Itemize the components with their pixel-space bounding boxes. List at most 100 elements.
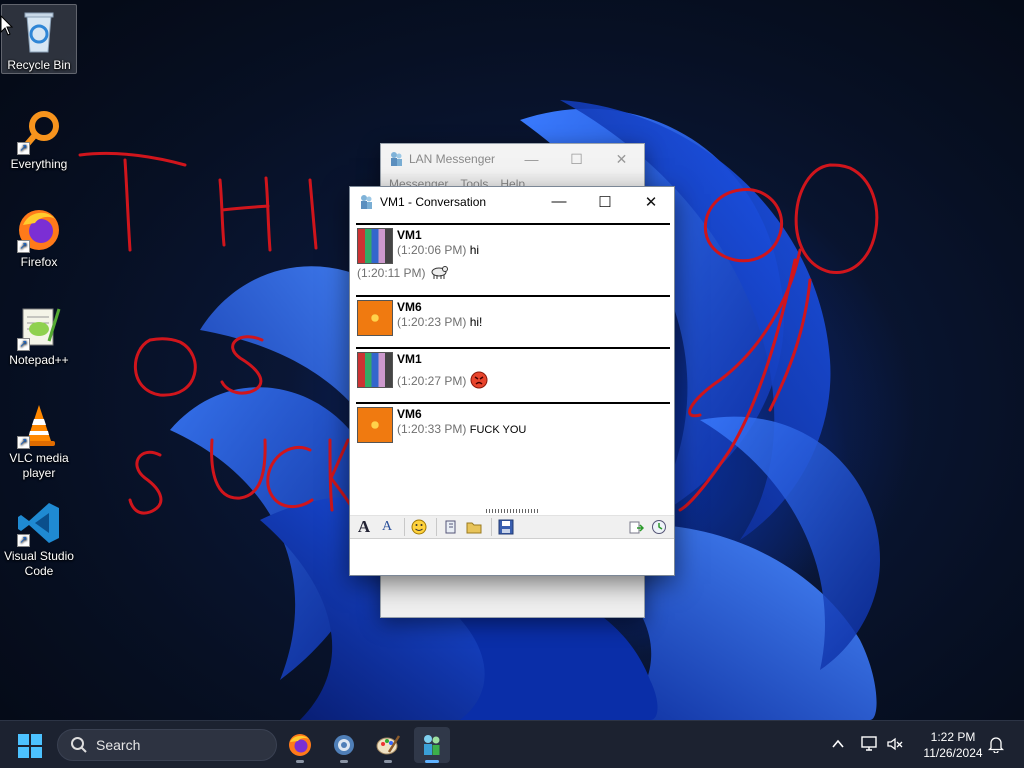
message-time: (1:20:23 PM) <box>397 315 467 329</box>
avatar <box>357 407 393 443</box>
conversation-window[interactable]: VM1 - Conversation — ☐ ✕ VM1 (1:20:06 PM… <box>349 186 675 576</box>
desktop-icon-label: Recycle Bin <box>7 58 71 72</box>
message-text: hi <box>469 243 480 257</box>
taskbar-app-lan-messenger[interactable] <box>414 727 450 763</box>
notepad-plus-plus-icon: ↗ <box>15 303 63 351</box>
taskbar-clock[interactable]: 1:22 PM 11/26/2024 <box>913 729 993 761</box>
shortcut-arrow-icon: ↗ <box>17 338 30 351</box>
message-group: VM6 (1:20:33 PM) FUCK YOU <box>356 402 670 454</box>
message-group: VM6 (1:20:23 PM) hi! <box>356 295 670 347</box>
font-icon[interactable]: A <box>354 517 374 537</box>
toolbar-separator <box>404 518 405 536</box>
desktop-icon-firefox[interactable]: ↗ Firefox <box>1 202 77 270</box>
toolbar-separator <box>436 518 437 536</box>
angry-face-emoticon <box>470 371 488 389</box>
desktop-icon-everything[interactable]: ↗ Everything <box>1 104 77 172</box>
recycle-bin-icon <box>15 8 63 56</box>
toolbar-separator <box>491 518 492 536</box>
message-line: (1:20:11 PM) <box>357 264 670 281</box>
message-line: (1:20:23 PM) hi! <box>397 314 670 330</box>
message-toolbar: A A <box>350 515 674 539</box>
message-text: hi! <box>469 315 483 329</box>
running-indicator <box>340 760 348 763</box>
close-button[interactable]: ✕ <box>628 187 674 216</box>
avatar <box>357 300 393 336</box>
splitter-handle[interactable] <box>486 509 538 513</box>
vlc-cone-icon: ↗ <box>15 401 63 449</box>
search-icon <box>71 737 87 753</box>
taskbar-search[interactable]: Search <box>57 729 277 761</box>
message-line: (1:20:33 PM) FUCK YOU <box>397 421 670 438</box>
windows-start-icon[interactable] <box>18 734 42 758</box>
taskbar-app-settings[interactable] <box>326 727 362 763</box>
goat-emoticon <box>431 266 448 279</box>
clock-time: 1:22 PM <box>930 730 976 744</box>
firefox-icon <box>289 734 311 756</box>
shortcut-arrow-icon: ↗ <box>17 142 30 155</box>
window-title: VM1 - Conversation <box>380 194 487 209</box>
vscode-icon: ↗ <box>15 499 63 547</box>
volume-muted-icon[interactable] <box>886 735 904 753</box>
message-text: FUCK YOU <box>469 424 527 436</box>
sender-name: VM1 <box>397 352 422 366</box>
minimize-button[interactable]: — <box>536 187 582 216</box>
sender-name: VM6 <box>397 407 422 421</box>
message-line: (1:20:06 PM) hi <box>397 242 670 258</box>
chat-history[interactable]: VM1 (1:20:06 PM) hi (1:20:11 PM) VM6 (1:… <box>356 223 670 503</box>
window-title: LAN Messenger <box>409 152 496 166</box>
message-time: (1:20:11 PM) <box>357 266 426 280</box>
running-indicator <box>425 760 439 763</box>
message-time: (1:20:06 PM) <box>397 243 467 257</box>
desktop-icon-notepad-plus-plus[interactable]: ↗ Notepad++ <box>1 300 77 368</box>
history-icon[interactable] <box>649 517 669 537</box>
running-indicator <box>296 760 304 763</box>
sender-name: VM1 <box>397 228 422 242</box>
everything-search-icon: ↗ <box>15 107 63 155</box>
desktop-icon-label: Everything <box>10 157 68 171</box>
desktop-icon-vscode[interactable]: ↗ Visual Studio Code <box>1 496 77 579</box>
nudge-icon[interactable] <box>441 517 461 537</box>
taskbar-app-firefox[interactable] <box>282 727 318 763</box>
maximize-button[interactable]: ☐ <box>582 187 628 216</box>
paint-icon <box>376 735 401 755</box>
message-line: (1:20:27 PM) <box>397 371 670 389</box>
message-time: (1:20:33 PM) <box>397 422 467 436</box>
shortcut-arrow-icon: ↗ <box>17 436 30 449</box>
transfer-icon[interactable] <box>626 517 646 537</box>
desktop-icon-label: Firefox <box>20 255 58 269</box>
notification-bell-icon[interactable] <box>988 735 1004 753</box>
close-button[interactable]: ✕ <box>599 151 644 168</box>
avatar <box>357 228 393 264</box>
shortcut-arrow-icon: ↗ <box>17 534 30 547</box>
message-input[interactable] <box>350 540 674 575</box>
settings-icon <box>334 735 354 755</box>
network-icon[interactable] <box>860 735 878 753</box>
clock-date: 11/26/2024 <box>923 746 983 760</box>
desktop-icon-label: Visual Studio Code <box>4 549 74 578</box>
lan-messenger-icon <box>361 194 372 209</box>
running-indicator <box>384 760 392 763</box>
lan-messenger-icon <box>391 152 402 166</box>
message-group: VM1 (1:20:27 PM) <box>356 347 670 402</box>
window-titlebar[interactable]: VM1 - Conversation — ☐ ✕ <box>350 187 674 216</box>
chevron-up-icon[interactable] <box>831 737 845 751</box>
maximize-button[interactable]: ☐ <box>554 151 599 168</box>
avatar <box>357 352 393 388</box>
taskbar-app-paint[interactable] <box>370 727 406 763</box>
window-titlebar[interactable]: LAN Messenger — ☐ ✕ <box>381 144 644 174</box>
minimize-button[interactable]: — <box>509 151 554 168</box>
font-color-icon[interactable]: A <box>377 517 397 537</box>
shortcut-arrow-icon: ↗ <box>17 240 30 253</box>
save-icon[interactable] <box>496 517 516 537</box>
send-file-icon[interactable] <box>464 517 484 537</box>
desktop-icon-vlc[interactable]: ↗ VLC media player <box>1 398 77 481</box>
sender-name: VM6 <box>397 300 422 314</box>
desktop-icon-label: VLC media player <box>9 451 69 480</box>
smiley-icon[interactable] <box>409 517 429 537</box>
desktop-icon-label: Notepad++ <box>9 353 69 367</box>
taskbar: Search 1:22 PM 11/26/2024 <box>0 720 1024 768</box>
firefox-icon: ↗ <box>15 205 63 253</box>
lan-messenger-icon <box>424 735 440 755</box>
message-group: VM1 (1:20:06 PM) hi (1:20:11 PM) <box>356 223 670 295</box>
message-time: (1:20:27 PM) <box>397 374 467 388</box>
